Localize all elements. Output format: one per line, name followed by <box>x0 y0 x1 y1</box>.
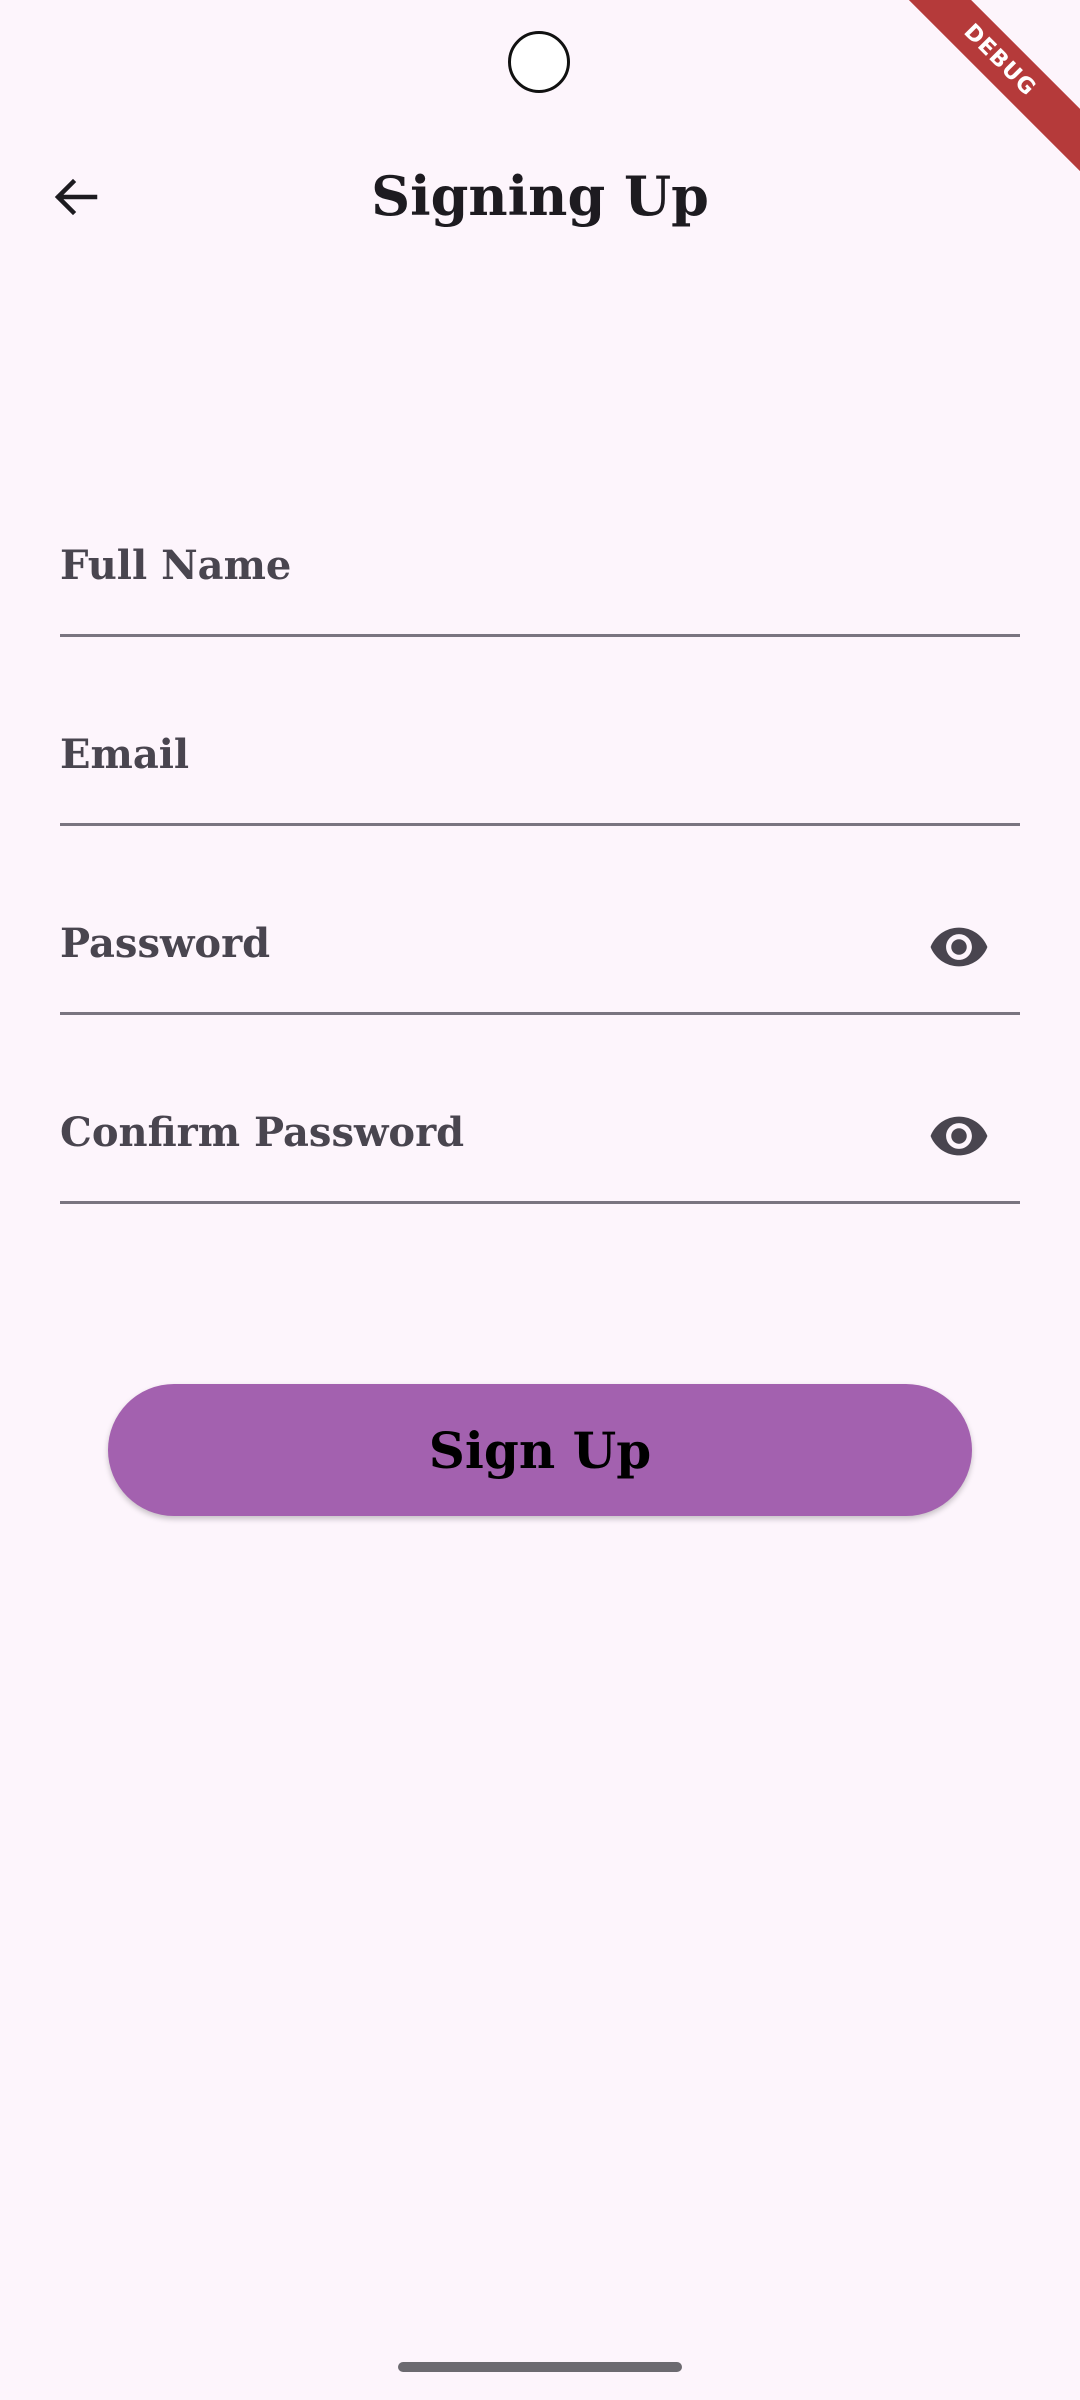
signup-form: Full Name Email Password Confirm Passwor… <box>60 500 1020 1256</box>
home-indicator[interactable] <box>398 2362 682 2372</box>
full-name-field[interactable]: Full Name <box>60 500 1020 689</box>
full-name-input[interactable]: Full Name <box>60 500 1020 637</box>
password-field[interactable]: Password <box>60 878 1020 1067</box>
page-title: Signing Up <box>371 164 709 228</box>
email-field[interactable]: Email <box>60 689 1020 878</box>
confirm-password-label: Confirm Password <box>60 1109 465 1156</box>
sign-up-label: Sign Up <box>428 1420 652 1480</box>
confirm-password-field[interactable]: Confirm Password <box>60 1067 1020 1256</box>
password-label: Password <box>60 920 271 967</box>
email-input[interactable]: Email <box>60 689 1020 826</box>
confirm-password-visibility-toggle[interactable] <box>928 1105 990 1167</box>
camera-cutout <box>508 31 570 93</box>
eye-icon <box>930 927 988 967</box>
wifi-icon <box>892 47 932 78</box>
password-visibility-toggle[interactable] <box>928 916 990 978</box>
full-name-label: Full Name <box>60 542 292 589</box>
app-bar: Signing Up <box>0 140 1080 265</box>
eye-icon <box>930 1116 988 1156</box>
password-input[interactable]: Password <box>60 878 1020 1015</box>
status-time: 6:39 <box>80 42 147 80</box>
status-bar: 6:39 DEBUG <box>0 0 1080 182</box>
email-label: Email <box>60 731 190 778</box>
sign-up-button[interactable]: Sign Up <box>108 1384 972 1516</box>
confirm-password-input[interactable]: Confirm Password <box>60 1067 1020 1204</box>
